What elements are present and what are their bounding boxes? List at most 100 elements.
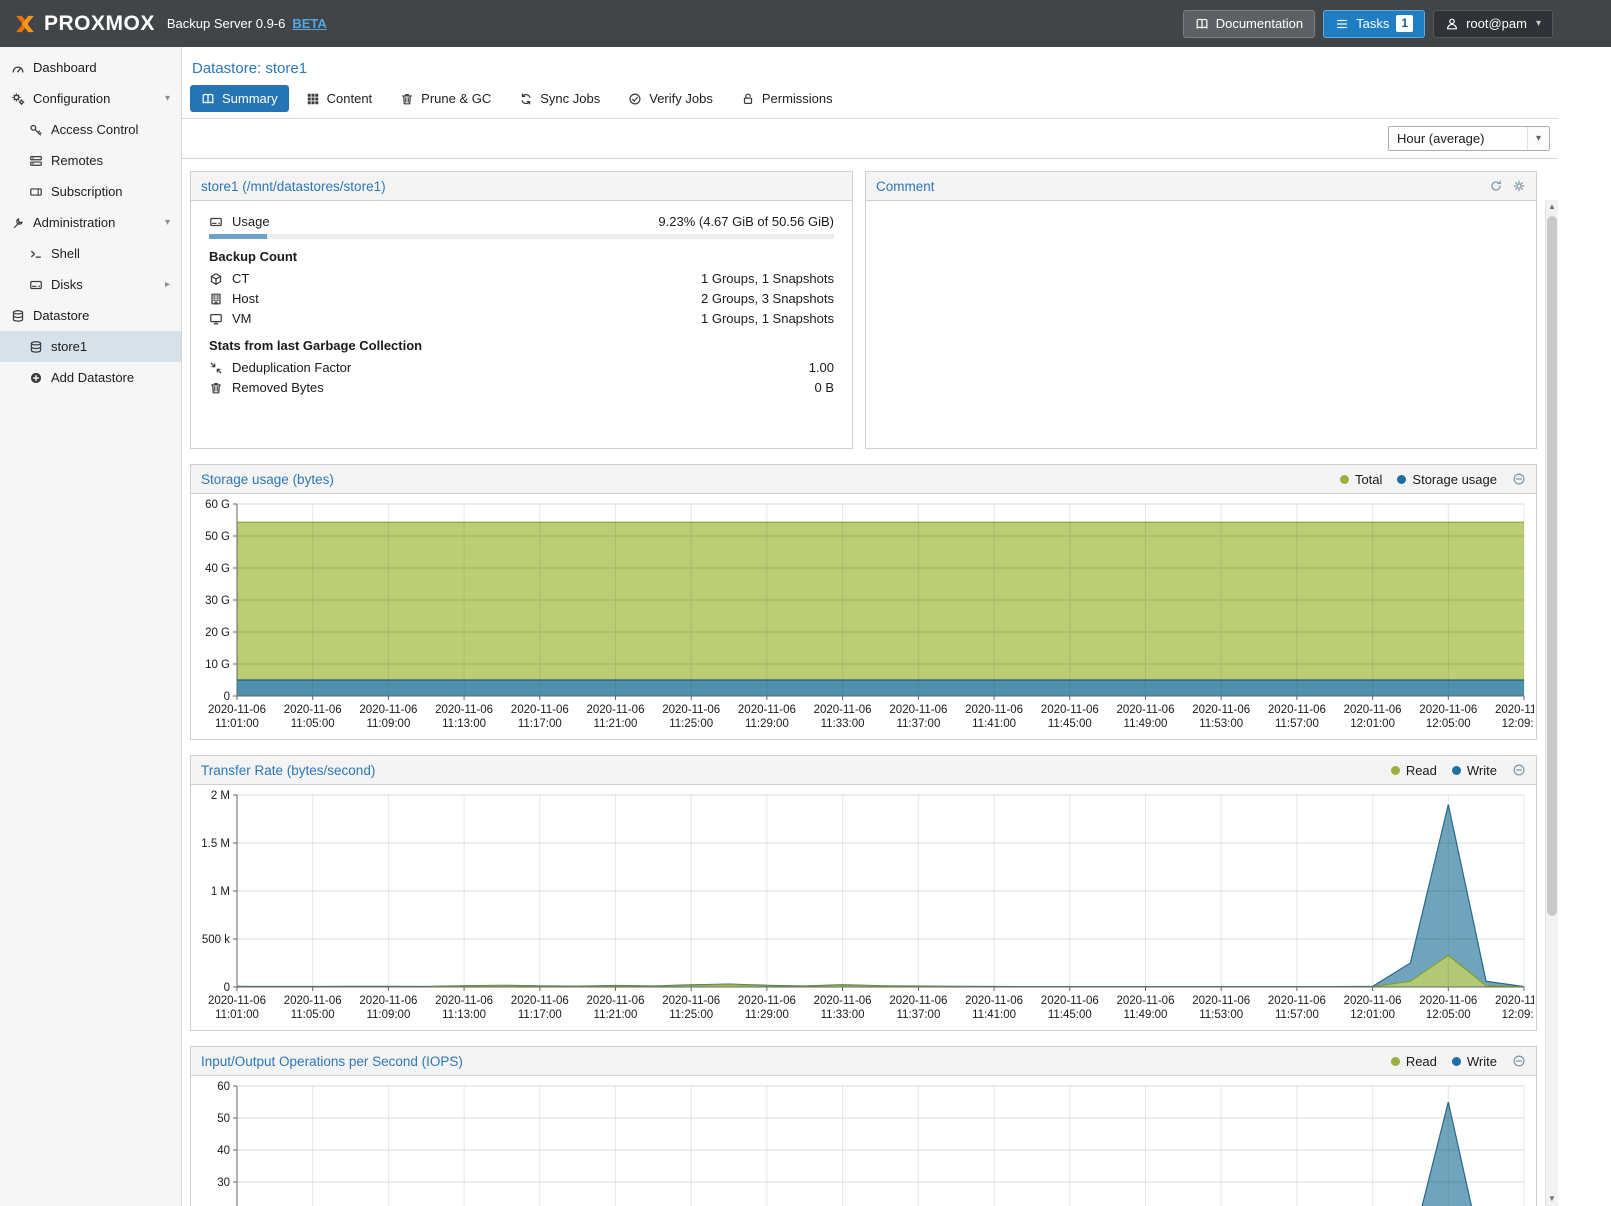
- legend-dot: [1391, 766, 1400, 775]
- legend-dot: [1340, 475, 1349, 484]
- chart-canvas: 01020304050602020-11-0611:01:002020-11-0…: [193, 1078, 1534, 1206]
- backup-count-row-vm: VM1 Groups, 1 Snapshots: [209, 309, 834, 328]
- collapse-icon[interactable]: [1512, 472, 1526, 486]
- tab-prune-gc[interactable]: Prune & GC: [389, 85, 502, 112]
- sidebar-item-add-datastore[interactable]: Add Datastore: [0, 362, 181, 393]
- chart-body: 0500 k1 M1.5 M2 M2020-11-0611:01:002020-…: [191, 785, 1536, 1030]
- tab-bar: Summary Content Prune & GCSync JobsVerify …: [182, 85, 1558, 119]
- svg-text:2020-11-06: 2020-11-06: [889, 704, 947, 716]
- row-value: 1 Groups, 1 Snapshots: [701, 271, 834, 286]
- sidebar-item-store1[interactable]: store1: [0, 331, 181, 362]
- chart-title: Transfer Rate (bytes/second): [201, 763, 375, 778]
- sidebar-item-access-control[interactable]: Access Control: [0, 114, 181, 145]
- row-label: Host: [232, 291, 259, 306]
- sidebar-item-dashboard[interactable]: Dashboard: [0, 52, 181, 83]
- tasks-icon: [1335, 17, 1349, 31]
- tab-verify-jobs[interactable]: Verify Jobs: [617, 85, 724, 112]
- sidebar-item-label: Dashboard: [33, 60, 97, 75]
- caret-down-icon[interactable]: ▾: [165, 93, 170, 104]
- transfer-rate-bytes-second-panel: Transfer Rate (bytes/second) Read Write 050…: [190, 755, 1537, 1031]
- scrollbar-thumb[interactable]: [1547, 216, 1557, 916]
- comment-panel-body[interactable]: [866, 201, 1536, 448]
- summary-content: store1 (/mnt/datastores/store1) Usage9.2…: [182, 159, 1558, 1206]
- tab-sync-jobs[interactable]: Sync Jobs: [508, 85, 611, 112]
- scroll-up-arrow[interactable]: ▲: [1546, 200, 1558, 214]
- tasks-count-badge: 1: [1396, 15, 1413, 32]
- svg-text:11:09:00: 11:09:00: [366, 718, 410, 730]
- sidebar-item-shell[interactable]: Shell: [0, 238, 181, 269]
- svg-text:2020-11-06: 2020-11-06: [435, 995, 493, 1007]
- sidebar-item-label: Administration: [33, 215, 115, 230]
- svg-text:2020-11-06: 2020-11-06: [1117, 995, 1175, 1007]
- svg-text:2020-11-06: 2020-11-06: [1495, 995, 1534, 1007]
- tab-summary[interactable]: Summary: [190, 85, 289, 112]
- sidebar-item-configuration[interactable]: Configuration▾: [0, 83, 181, 114]
- svg-text:11:45:00: 11:45:00: [1048, 1009, 1092, 1021]
- sidebar-item-subscription[interactable]: Subscription: [0, 176, 181, 207]
- chart-panel-header: Input/Output Operations per Second (IOPS…: [191, 1047, 1536, 1076]
- tab-label: Content: [327, 91, 373, 106]
- gc-row-removed-bytes: Removed Bytes0 B: [209, 378, 834, 397]
- beta-link[interactable]: BETA: [292, 16, 326, 31]
- scroll-down-arrow[interactable]: ▼: [1546, 1192, 1558, 1206]
- disk-icon: [29, 278, 43, 292]
- svg-text:2020-11-06: 2020-11-06: [889, 995, 947, 1007]
- sidebar-item-label: store1: [51, 339, 87, 354]
- svg-text:2020-11-06: 2020-11-06: [814, 995, 872, 1007]
- sidebar-item-label: Remotes: [51, 153, 103, 168]
- sidebar-item-administration[interactable]: Administration ▾: [0, 207, 181, 238]
- documentation-button[interactable]: Documentation: [1183, 10, 1315, 38]
- sidebar-item-disks[interactable]: Disks▸: [0, 269, 181, 300]
- legend-dot: [1452, 766, 1461, 775]
- sidebar-item-datastore[interactable]: Datastore: [0, 300, 181, 331]
- svg-text:12:09:00: 12:09:00: [1502, 1009, 1534, 1021]
- gear-icon[interactable]: [1512, 179, 1526, 193]
- caret-down-icon[interactable]: ▾: [165, 217, 170, 228]
- collapse-icon[interactable]: [1512, 1054, 1526, 1068]
- svg-text:2020-11-06: 2020-11-06: [1192, 995, 1250, 1007]
- legend-item-total[interactable]: Total: [1340, 472, 1382, 487]
- comment-panel-title: Comment: [876, 179, 935, 194]
- svg-text:12:05:00: 12:05:00: [1426, 1009, 1471, 1021]
- legend-item-read[interactable]: Read: [1391, 763, 1437, 778]
- row-label: Deduplication Factor: [232, 360, 351, 375]
- legend-item-read[interactable]: Read: [1391, 1054, 1437, 1069]
- collapse-icon[interactable]: [1512, 763, 1526, 777]
- svg-text:60: 60: [217, 1081, 230, 1093]
- user-menu-button[interactable]: root@pam ▾: [1433, 10, 1553, 38]
- refresh-icon[interactable]: [1489, 179, 1503, 193]
- vertical-scrollbar[interactable]: ▲ ▼: [1545, 200, 1558, 1206]
- chart-body: 01020304050602020-11-0611:01:002020-11-0…: [191, 1076, 1536, 1206]
- svg-text:2020-11-06: 2020-11-06: [587, 704, 645, 716]
- timeframe-select[interactable]: Hour (average) ▾: [1388, 126, 1550, 151]
- tasks-button[interactable]: Tasks 1: [1323, 10, 1425, 38]
- legend-item-write[interactable]: Write: [1452, 1054, 1497, 1069]
- database-icon: [29, 340, 43, 354]
- ticket-icon: [29, 185, 43, 199]
- caret-right-icon[interactable]: ▸: [165, 279, 170, 290]
- sync-icon: [519, 92, 533, 106]
- key-icon: [29, 123, 43, 137]
- svg-text:30: 30: [217, 1177, 230, 1189]
- check-circle-icon: [628, 92, 642, 106]
- svg-text:2020-11-06: 2020-11-06: [965, 704, 1023, 716]
- tab-content[interactable]: Content: [295, 85, 384, 112]
- gc-stats-heading: Stats from last Garbage Collection: [209, 338, 834, 353]
- user-icon: [1445, 17, 1459, 31]
- desktop-icon: [209, 312, 223, 326]
- svg-text:2020-11-06: 2020-11-06: [1268, 704, 1326, 716]
- wrench-icon: [11, 216, 25, 230]
- svg-text:11:53:00: 11:53:00: [1199, 1009, 1243, 1021]
- svg-text:2020-11-06: 2020-11-06: [284, 704, 342, 716]
- legend-item-write[interactable]: Write: [1452, 763, 1497, 778]
- svg-text:2020-11-06: 2020-11-06: [814, 704, 872, 716]
- chart-title: Storage usage (bytes): [201, 472, 334, 487]
- row-label: CT: [232, 271, 249, 286]
- combo-trigger-icon[interactable]: ▾: [1527, 127, 1549, 150]
- unlock-icon: [741, 92, 755, 106]
- legend-item-storage-usage[interactable]: Storage usage: [1397, 472, 1497, 487]
- sidebar-item-remotes[interactable]: Remotes: [0, 145, 181, 176]
- svg-text:2020-11-06: 2020-11-06: [1419, 704, 1477, 716]
- tab-permissions[interactable]: Permissions: [730, 85, 844, 112]
- chart-panel-header: Transfer Rate (bytes/second) Read Write: [191, 756, 1536, 785]
